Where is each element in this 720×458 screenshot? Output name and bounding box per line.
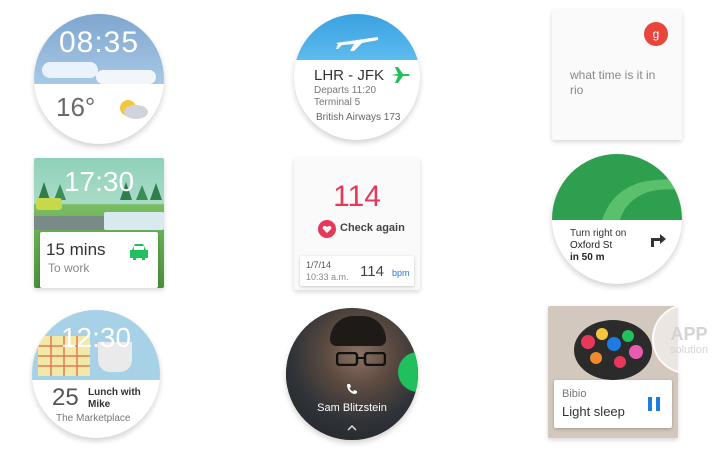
record-date: 1/7/14 [306,260,332,270]
nav-distance: in 50 m [570,252,605,263]
heart-rate-watch[interactable]: 114 Check again 1/7/14 10:33 a.m. 114 bp… [294,158,420,290]
route-shape [592,160,682,220]
navigation-watch[interactable]: Turn right on Oxford St in 50 m [552,154,682,284]
clock-weather-watch[interactable]: 08:35 16° [34,14,164,144]
track-title: Light sleep [562,404,625,419]
heart-icon[interactable] [318,220,336,238]
car-icon [128,242,150,262]
check-again-button[interactable]: Check again [340,222,405,234]
cloud-shape [42,62,98,78]
event-place: The Marketplace [56,413,131,424]
temperature: 16° [56,92,96,122]
google-badge-icon[interactable]: g [644,22,668,46]
flight-watch[interactable]: LHR - JFK Departs 11:20 Terminal 5 Briti… [294,14,420,140]
watermark-logo: APP solution [652,304,720,374]
record-bpm: 114 [360,263,384,280]
partly-cloudy-icon [114,96,150,120]
cloud-shape [96,70,156,84]
commute-watch[interactable]: 17:30 15 mins To work [34,158,164,288]
airplane-icon [334,30,380,52]
terminal: Terminal 5 [314,97,361,108]
airplane-icon [390,66,410,84]
commute-destination: To work [48,261,90,275]
artist-name: Bibio [562,388,587,400]
calendar-event-watch[interactable]: 12:30 25 Lunch with Mike The Marketplace [32,310,160,438]
event-title-line2: Mike [88,399,111,410]
bpm-unit: bpm [392,268,410,278]
incoming-call-watch[interactable]: Sam Blitzstein [286,308,418,440]
commute-time: 17:30 [63,166,135,197]
watermark-line2: solution [670,344,708,356]
commute-card: 15 mins To work [40,232,158,288]
voice-prompt: what time is it in rio [570,68,656,97]
heart-history-card: 1/7/14 10:33 a.m. 114 bpm [300,256,414,286]
phone-icon[interactable] [346,382,358,394]
pause-icon[interactable] [646,396,662,412]
voice-query-watch[interactable]: g what time is it in rio [552,10,682,140]
flight-route: LHR - JFK [314,67,385,84]
event-day: 25 [52,384,79,411]
clock-time: 08:35 [58,26,140,59]
nav-instruction: Turn right on [570,228,627,239]
truck-shape [104,212,164,230]
caller-glasses [335,351,387,367]
album-art-dots [574,322,652,382]
airline: British Airways 173 [316,112,401,123]
departure-time: Departs 11:20 [314,85,377,96]
record-time: 10:33 a.m. [306,272,349,282]
event-title: Lunch with [88,387,141,398]
heart-rate-large: 114 [333,180,381,213]
nav-street: Oxford St [570,240,613,251]
caller-name: Sam Blitzstein [317,402,387,414]
watermark-line1: APP [670,324,708,344]
commute-duration: 15 mins [46,240,106,259]
chevron-up-icon[interactable] [346,418,358,431]
music-card: Bibio Light sleep [554,380,672,428]
watch-face-gallery: 08:35 16° LHR - JFK Departs 11:20 Termin… [0,0,720,458]
event-time: 12:30 [60,322,132,353]
turn-right-icon [648,230,668,248]
vehicle-shape [36,198,62,210]
